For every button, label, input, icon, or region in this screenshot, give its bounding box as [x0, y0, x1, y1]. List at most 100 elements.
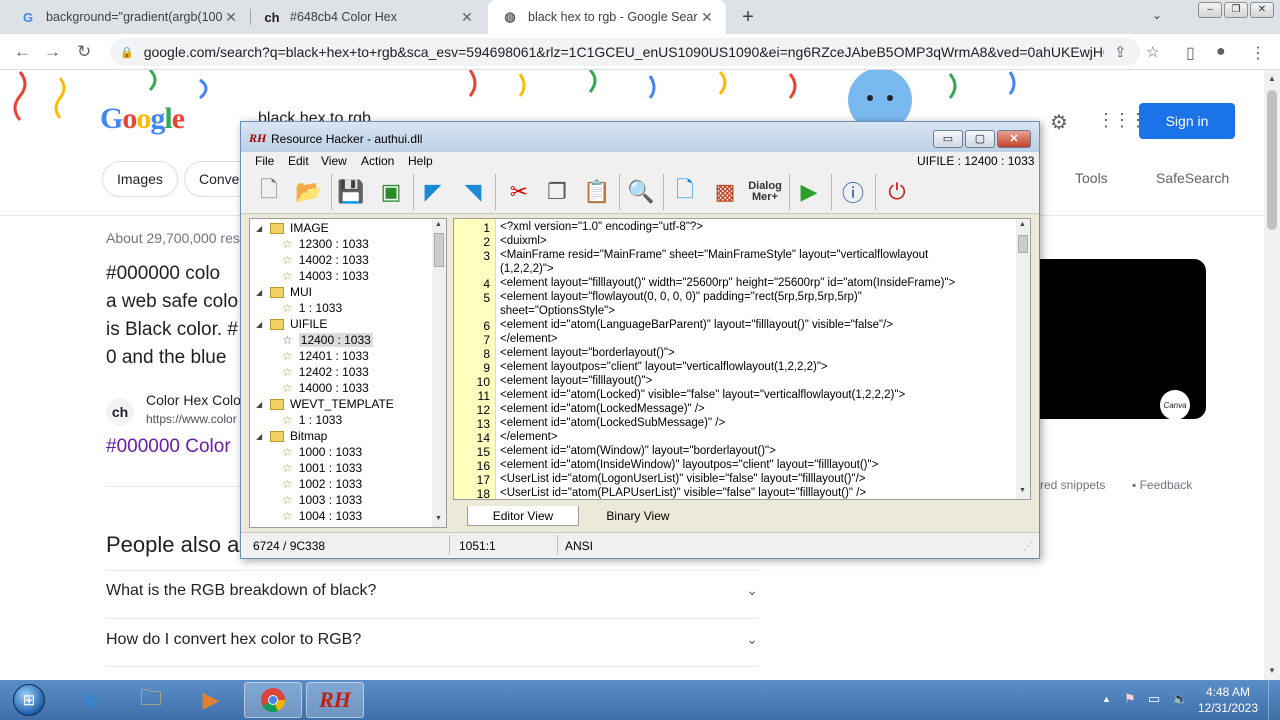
tree-scrollbar[interactable]: ▲ ▼ [432, 219, 446, 527]
bookmark-star-icon[interactable]: ☆ [1146, 43, 1159, 61]
compile-run-icon[interactable]: ▶ [793, 176, 825, 208]
search-icon[interactable]: 🔍 [625, 176, 657, 208]
scroll-thumb[interactable] [1267, 90, 1277, 230]
rh-maximize-button[interactable]: ▢ [965, 130, 995, 148]
google-apps-icon[interactable]: ⋮⋮⋮ [1097, 110, 1147, 131]
faq-item[interactable]: How do I convert hex color to RGB? ⌄ [106, 631, 758, 649]
start-button[interactable]: ⊞ [2, 680, 56, 720]
kebab-menu-icon[interactable]: ⋮ [1250, 43, 1266, 63]
tray-battery-icon[interactable]: ▭ [1148, 691, 1160, 707]
new-file-icon[interactable]: 🗋 [253, 176, 285, 208]
media-player-icon[interactable]: ▶ [182, 682, 240, 718]
code-line[interactable]: <element id="atom(LockedSubMessage)" /> [500, 417, 725, 429]
back-icon[interactable]: ← [14, 42, 31, 62]
new-tab-icon[interactable]: + [737, 6, 759, 28]
tree-folder[interactable]: ◢ UIFILE [256, 317, 327, 331]
code-line[interactable]: <element id="atom(LanguageBarParent)" la… [500, 319, 893, 331]
tray-volume-icon[interactable]: 🔈 [1172, 691, 1188, 707]
address-bar[interactable]: 🔒 google.com/search?q=black+hex+to+rgb&s… [110, 38, 1159, 66]
add-image-icon[interactable]: ▩ [709, 176, 741, 208]
tree-item[interactable]: ☆ 1000 : 1033 [282, 445, 362, 459]
tab-editor-view[interactable]: Editor View [467, 506, 579, 526]
scroll-up-arrow-icon[interactable]: ▲ [1268, 74, 1276, 83]
tree-item[interactable]: ☆ 12400 : 1033 [282, 333, 373, 347]
internet-explorer-icon[interactable]: ℯ [62, 682, 120, 718]
menu-help[interactable]: Help [408, 154, 433, 168]
tray-flag-icon[interactable]: ⚑ [1124, 691, 1136, 707]
tree-folder[interactable]: ◢ Bitmap [256, 429, 327, 443]
tree-scroll-thumb[interactable] [434, 233, 444, 267]
code-line[interactable]: <element id="atom(LockedMessage)" /> [500, 403, 705, 415]
maximize-button[interactable]: ❐ [1224, 2, 1248, 18]
menu-action[interactable]: Action [361, 154, 394, 168]
code-line[interactable]: <element layout="filllayout()" width="25… [500, 277, 955, 289]
settings-gear-icon[interactable]: ⚙ [1050, 110, 1068, 135]
tree-item[interactable]: ☆ 1 : 1033 [282, 301, 342, 315]
collapse-icon[interactable]: ◢ [256, 320, 266, 329]
source-url[interactable]: https://www.color [146, 412, 237, 426]
scroll-down-arrow-icon[interactable]: ▼ [1268, 666, 1276, 675]
power-exit-icon[interactable]: ⏻ [881, 176, 913, 208]
code-line[interactable]: <UserList id="atom(PLAPUserList)" visibl… [500, 487, 866, 499]
about-featured-snippets-link[interactable]: red snippets [1040, 478, 1105, 492]
result-link[interactable]: #000000 Color [106, 436, 231, 458]
code-line[interactable]: <duixml> [500, 235, 547, 247]
tree-item[interactable]: ☆ 14002 : 1033 [282, 253, 369, 267]
tree-item[interactable]: ☆ 12300 : 1033 [282, 237, 369, 251]
chrome-taskbar-icon[interactable] [244, 682, 302, 718]
menu-file[interactable]: File [255, 154, 274, 168]
back-arrow-icon[interactable]: ◤ [417, 176, 449, 208]
code-line[interactable]: sheet="OptionsStyle"> [500, 305, 615, 317]
tab-background-gradient[interactable]: G background="gradient(argb(100 ✕ [6, 0, 250, 34]
scroll-down-arrow-icon[interactable]: ▼ [1019, 487, 1026, 494]
menu-edit[interactable]: Edit [288, 154, 309, 168]
tab-color-hex[interactable]: ch #648cb4 Color Hex ✕ [250, 0, 486, 34]
tab-binary-view[interactable]: Binary View [589, 506, 687, 526]
resource-tree[interactable]: ▲ ▼ ◢ IMAGE ☆ 12300 : 1033 ☆ 14002 : 1033 ☆ 140… [249, 218, 447, 528]
safesearch-button[interactable]: SafeSearch [1156, 170, 1229, 186]
collapse-icon[interactable]: ◢ [256, 288, 266, 297]
tree-folder[interactable]: ◢ WEVT_TEMPLATE [256, 397, 394, 411]
url-text[interactable]: google.com/search?q=black+hex+to+rgb&sca… [144, 44, 1104, 60]
save-icon[interactable]: 💾 [335, 176, 367, 208]
tree-item[interactable]: ☆ 14003 : 1033 [282, 269, 369, 283]
tools-button[interactable]: Tools [1075, 170, 1108, 186]
tab-search-chevron-icon[interactable]: ⌄ [1152, 8, 1162, 22]
tree-item[interactable]: ☆ 14000 : 1033 [282, 381, 369, 395]
menu-view[interactable]: View [321, 154, 347, 168]
tree-item[interactable]: ☆ 1002 : 1033 [282, 477, 362, 491]
collapse-icon[interactable]: ◢ [256, 432, 266, 441]
source-name[interactable]: Color Hex Colo [146, 392, 241, 408]
tab-close-icon[interactable]: ✕ [698, 9, 716, 26]
resource-hacker-taskbar-icon[interactable]: RH [306, 682, 364, 718]
feedback-link[interactable]: ▪ Feedback [1132, 478, 1192, 492]
code-line[interactable]: <element id="atom(Window)" layout="borde… [500, 445, 776, 457]
copy-icon[interactable]: ❐ [541, 176, 573, 208]
tab-google-search[interactable]: ◍ black hex to rgb - Google Search ✕ [488, 0, 726, 34]
profile-icon[interactable]: ● [1216, 43, 1226, 61]
editor-scrollbar[interactable]: ▲ ▼ [1016, 219, 1030, 499]
code-line[interactable]: <?xml version="1.0" encoding="utf-8"?> [500, 221, 703, 233]
code-line[interactable]: <element id="atom(Locked)" visible="fals… [500, 389, 905, 401]
faq-item[interactable]: What is the RGB breakdown of black? ⌄ [106, 582, 758, 600]
collapse-icon[interactable]: ◢ [256, 224, 266, 233]
rh-close-button[interactable]: ✕ [997, 130, 1031, 148]
code-line[interactable]: </element> [500, 333, 558, 345]
code-line[interactable]: <UserList id="atom(LogonUserList)" visib… [500, 473, 866, 485]
code-line[interactable]: <element layout="borderlayout()"> [500, 347, 675, 359]
page-scrollbar[interactable]: ▲ ▼ [1264, 70, 1280, 680]
tree-item[interactable]: ☆ 1001 : 1033 [282, 461, 362, 475]
google-logo[interactable]: Google [100, 102, 185, 136]
lock-icon[interactable]: 🔒 [120, 46, 134, 59]
forward-icon[interactable]: → [44, 42, 61, 62]
tree-item[interactable]: ☆ 1004 : 1033 [282, 509, 362, 523]
editor-scroll-thumb[interactable] [1018, 235, 1028, 253]
minimize-button[interactable]: – [1198, 2, 1222, 18]
show-desktop-button[interactable] [1268, 680, 1280, 720]
info-icon[interactable]: ⓘ [837, 176, 869, 208]
reload-icon[interactable]: ↻ [77, 42, 91, 62]
collapse-icon[interactable]: ◢ [256, 400, 266, 409]
code-line[interactable]: <element id="atom(InsideWindow)" layoutp… [500, 459, 878, 471]
scroll-up-arrow-icon[interactable]: ▲ [435, 221, 442, 228]
system-clock[interactable]: 4:48 AM 12/31/2023 [1190, 684, 1266, 716]
